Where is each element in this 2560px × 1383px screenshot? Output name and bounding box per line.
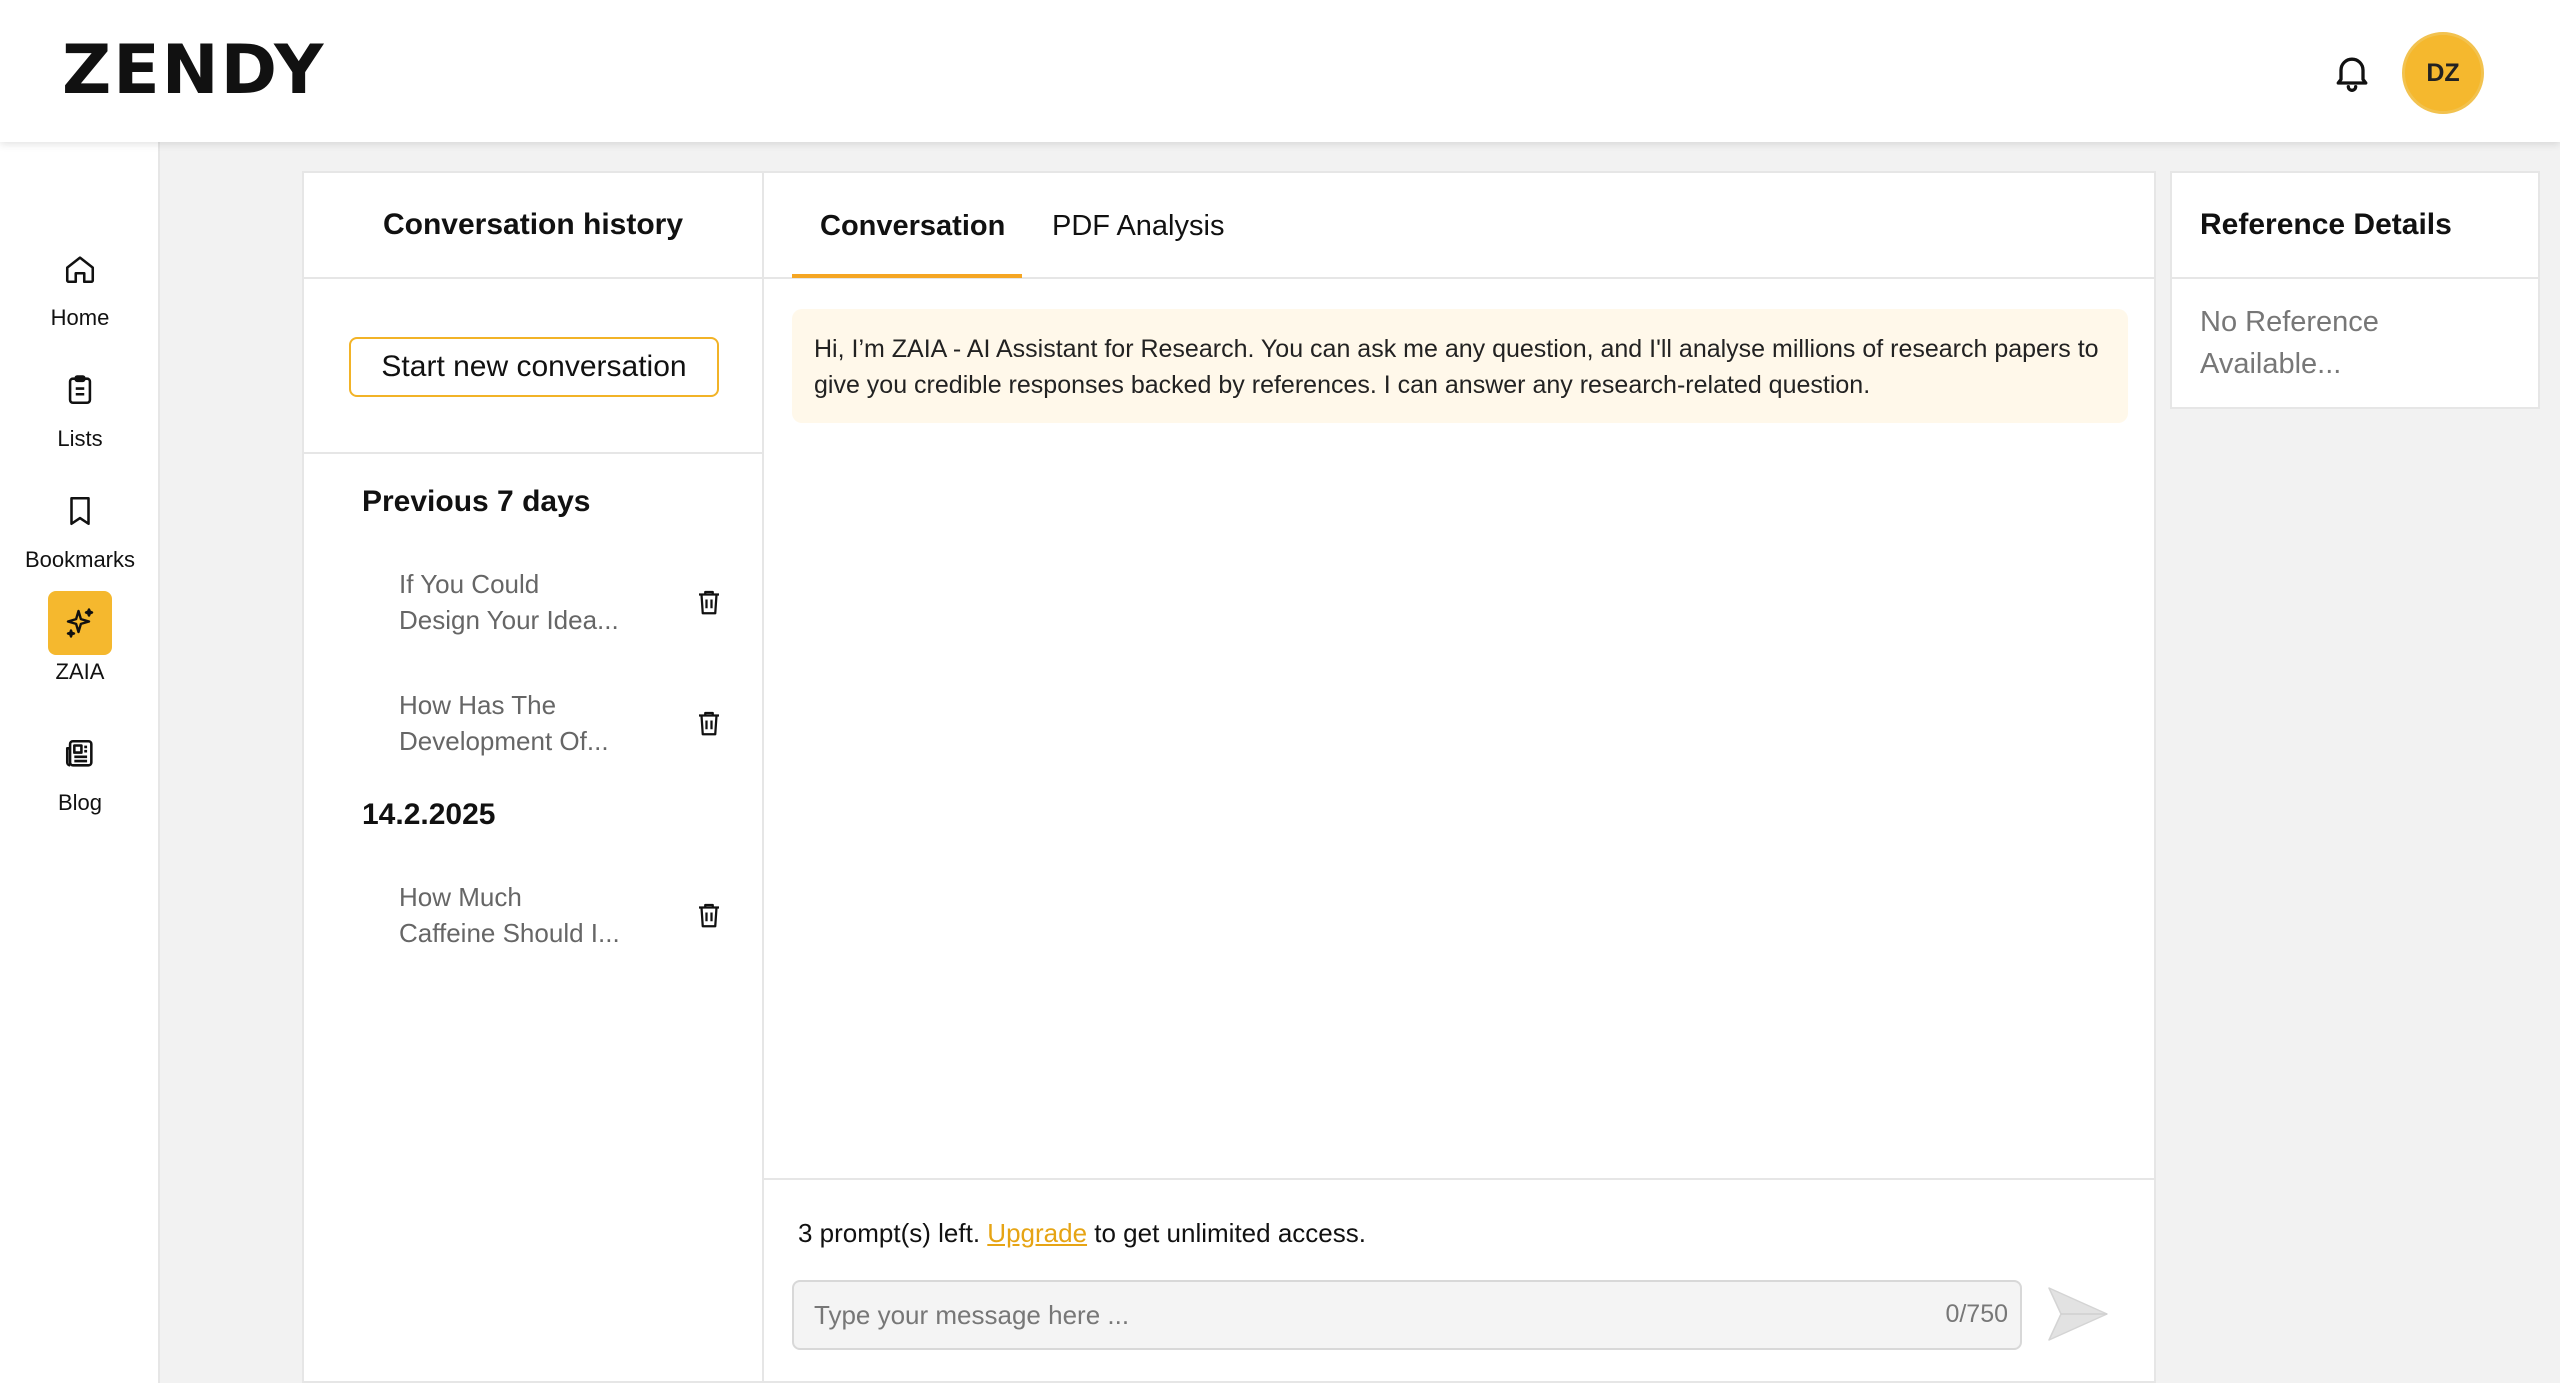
history-item-line: If You Could: [399, 569, 540, 599]
trash-icon[interactable]: [694, 586, 724, 618]
history-group-title: Previous 7 days: [362, 485, 591, 518]
history-item-line: How Has The: [399, 690, 557, 720]
history-item[interactable]: How Much Caffeine Should I...: [399, 879, 659, 951]
zendy-logo[interactable]: ZENDY: [62, 37, 325, 105]
upgrade-link[interactable]: Upgrade: [987, 1218, 1087, 1248]
sparkle-icon: [48, 591, 112, 655]
chat-footer: 3 prompt(s) left. Upgrade to get unlimit…: [764, 1178, 2154, 1383]
home-icon: [48, 237, 112, 301]
reference-empty-line: No Reference: [2200, 306, 2379, 338]
sidebar-item-blog[interactable]: Blog: [0, 722, 160, 832]
sidebar-item-label: ZAIA: [55, 659, 105, 684]
sidebar-item-zaia[interactable]: ZAIA: [0, 591, 160, 701]
bookmark-icon: [48, 479, 112, 543]
newspaper-icon: [48, 722, 112, 786]
char-counter: 0/750: [1945, 1300, 2008, 1328]
reference-details-panel: Reference Details No Reference Available…: [2170, 171, 2540, 409]
sidebar-item-home[interactable]: Home: [0, 237, 160, 347]
chat-panel: Conversation PDF Analysis Hi, I’m ZAIA -…: [762, 171, 2156, 1383]
message-input-container: 0/750: [792, 1280, 2022, 1350]
reference-empty-line: Available...: [2200, 348, 2342, 380]
sidebar-item-lists[interactable]: Lists: [0, 358, 160, 468]
user-avatar[interactable]: DZ: [2402, 32, 2484, 114]
tab-pdf-analysis[interactable]: PDF Analysis: [1052, 173, 1224, 279]
chat-tabs: Conversation PDF Analysis: [764, 173, 2154, 279]
prompts-left-suffix: to get unlimited access.: [1094, 1218, 1366, 1248]
send-icon: [2048, 1287, 2108, 1341]
assistant-greeting-message: Hi, I’m ZAIA - AI Assistant for Research…: [792, 309, 2128, 423]
prompts-left-notice: 3 prompt(s) left. Upgrade to get unlimit…: [798, 1218, 1366, 1249]
history-item[interactable]: If You Could Design Your Idea...: [399, 566, 659, 638]
message-input[interactable]: [794, 1282, 1894, 1348]
history-group-title: 14.2.2025: [362, 798, 496, 831]
sidebar-item-label: Lists: [57, 426, 103, 451]
tab-conversation[interactable]: Conversation: [820, 173, 1005, 279]
reference-empty-state: No Reference Available...: [2172, 279, 2538, 407]
trash-icon[interactable]: [694, 707, 724, 739]
left-sidebar: Home Lists Bookmarks ZAIA Blog: [0, 142, 160, 1383]
reference-title: Reference Details: [2172, 173, 2538, 279]
history-item-line: How Much: [399, 882, 522, 912]
history-title: Conversation history: [304, 173, 762, 279]
history-item-line: Design Your Idea...: [399, 605, 619, 635]
top-header: ZENDY DZ: [0, 0, 2560, 142]
conversation-history-panel: Conversation history Start new conversat…: [302, 171, 762, 1383]
prompts-left-text: 3 prompt(s) left.: [798, 1218, 981, 1248]
send-button[interactable]: [2044, 1280, 2112, 1348]
sidebar-item-bookmarks[interactable]: Bookmarks: [0, 479, 160, 589]
trash-icon[interactable]: [694, 899, 724, 931]
history-item-line: Development Of...: [399, 726, 609, 756]
sidebar-item-label: Home: [50, 305, 110, 330]
bell-icon[interactable]: [2330, 50, 2374, 94]
sidebar-item-label: Bookmarks: [24, 547, 136, 572]
new-conversation-section: Start new conversation: [304, 279, 762, 454]
clipboard-icon: [48, 358, 112, 422]
start-new-conversation-button[interactable]: Start new conversation: [349, 337, 719, 397]
sidebar-item-label: Blog: [57, 790, 103, 815]
active-tab-indicator: [792, 274, 1022, 278]
history-item-line: Caffeine Should I...: [399, 918, 620, 948]
history-item[interactable]: How Has The Development Of...: [399, 687, 659, 759]
